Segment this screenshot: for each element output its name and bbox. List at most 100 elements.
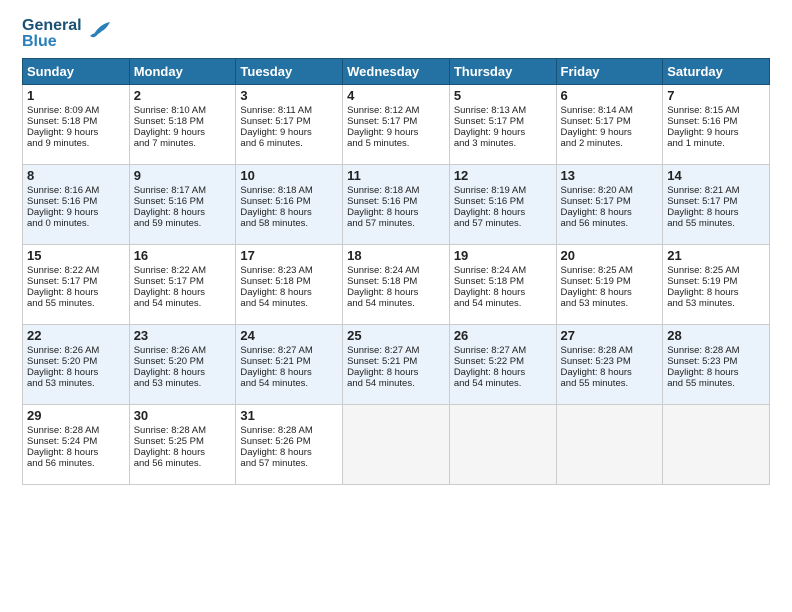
day-info-line: Sunset: 5:21 PM [240,356,338,367]
day-number: 16 [134,248,232,263]
day-number: 5 [454,88,552,103]
day-info-line: Daylight: 8 hours [240,367,338,378]
day-info-line: Daylight: 8 hours [240,207,338,218]
day-info-line: Daylight: 8 hours [561,367,659,378]
day-info-line: Daylight: 9 hours [347,127,445,138]
day-info-line: Sunset: 5:18 PM [454,276,552,287]
calendar-cell: 13 Sunrise: 8:20 AMSunset: 5:17 PMDayligh… [556,165,663,245]
day-info-line: Sunset: 5:16 PM [134,196,232,207]
calendar-cell: 17 Sunrise: 8:23 AMSunset: 5:18 PMDayligh… [236,245,343,325]
day-info-line: Sunset: 5:17 PM [27,276,125,287]
day-info-line: Daylight: 8 hours [347,367,445,378]
calendar-cell: 18Sunrise: 8:24 AMSunset: 5:18 PMDayligh… [343,245,450,325]
day-info-line: Sunset: 5:20 PM [27,356,125,367]
calendar-cell: 4Sunrise: 8:12 AMSunset: 5:17 PMDaylight… [343,85,450,165]
day-number: 13 [561,168,659,183]
day-info-line: Sunrise: 8:24 AM [454,265,552,276]
day-info-line: Daylight: 8 hours [240,287,338,298]
day-info-line: Daylight: 9 hours [27,207,125,218]
day-info-line: Sunrise: 8:09 AM [27,105,125,116]
day-info-line: Sunrise: 8:15 AM [667,105,765,116]
day-number: 28 [667,328,765,343]
calendar-week-1: 1Sunrise: 8:09 AMSunset: 5:18 PMDaylight… [23,85,770,165]
calendar-header: SundayMondayTuesdayWednesdayThursdayFrid… [23,59,770,85]
day-info-line: and 57 minutes. [347,218,445,229]
day-info-line: and 53 minutes. [667,298,765,309]
weekday-header-thursday: Thursday [449,59,556,85]
day-info-line: Sunrise: 8:20 AM [561,185,659,196]
day-number: 12 [454,168,552,183]
day-number: 19 [454,248,552,263]
calendar-table: SundayMondayTuesdayWednesdayThursdayFrid… [22,58,770,485]
day-info-line: and 59 minutes. [134,218,232,229]
day-info-line: Sunrise: 8:18 AM [347,185,445,196]
day-info-line: Sunrise: 8:28 AM [27,425,125,436]
day-info-line: Sunset: 5:25 PM [134,436,232,447]
day-number: 15 [27,248,125,263]
day-info-line: Daylight: 9 hours [561,127,659,138]
logo-text-general: General [22,18,82,34]
day-info-line: Daylight: 8 hours [561,207,659,218]
day-info-line: Sunset: 5:22 PM [454,356,552,367]
day-info-line: Sunrise: 8:28 AM [561,345,659,356]
day-info-line: Sunrise: 8:19 AM [454,185,552,196]
day-info-line: Sunrise: 8:27 AM [454,345,552,356]
calendar-cell: 3Sunrise: 8:11 AMSunset: 5:17 PMDaylight… [236,85,343,165]
day-info-line: Sunset: 5:18 PM [240,276,338,287]
day-info-line: Daylight: 9 hours [667,127,765,138]
day-info-line: Sunrise: 8:10 AM [134,105,232,116]
day-info-line: Sunrise: 8:18 AM [240,185,338,196]
day-number: 26 [454,328,552,343]
day-info-line: Sunrise: 8:13 AM [454,105,552,116]
day-info-line: and 6 minutes. [240,138,338,149]
day-info-line: Daylight: 8 hours [134,287,232,298]
day-info-line: Daylight: 8 hours [454,367,552,378]
day-info-line: Sunset: 5:18 PM [27,116,125,127]
day-info-line: Daylight: 8 hours [134,447,232,458]
day-number: 18 [347,248,445,263]
calendar-cell: 6Sunrise: 8:14 AMSunset: 5:17 PMDaylight… [556,85,663,165]
calendar-cell: 28Sunrise: 8:28 AMSunset: 5:23 PMDayligh… [663,325,770,405]
day-info-line: Daylight: 8 hours [454,207,552,218]
calendar-cell: 31Sunrise: 8:28 AMSunset: 5:26 PMDayligh… [236,405,343,485]
calendar-cell: 26 Sunrise: 8:27 AMSunset: 5:22 PMDayligh… [449,325,556,405]
day-info-line: Sunrise: 8:24 AM [347,265,445,276]
day-number: 17 [240,248,338,263]
day-number: 7 [667,88,765,103]
day-info-line: and 7 minutes. [134,138,232,149]
calendar-cell [343,405,450,485]
day-number: 10 [240,168,338,183]
day-number: 29 [27,408,125,423]
day-info-line: and 0 minutes. [27,218,125,229]
day-info-line: Sunset: 5:24 PM [27,436,125,447]
day-number: 2 [134,88,232,103]
calendar-week-5: 29 Sunrise: 8:28 AMSunset: 5:24 PM Dayligh… [23,405,770,485]
calendar-cell: 12Sunrise: 8:19 AMSunset: 5:16 PMDayligh… [449,165,556,245]
day-info-line: Sunset: 5:17 PM [561,116,659,127]
day-info-line: Sunrise: 8:25 AM [561,265,659,276]
day-info-line: Sunrise: 8:11 AM [240,105,338,116]
day-info-line: Sunrise: 8:26 AM [27,345,125,356]
calendar-cell: 14Sunrise: 8:21 AMSunset: 5:17 PMDayligh… [663,165,770,245]
day-number: 23 [134,328,232,343]
calendar-cell: 27Sunrise: 8:28 AMSunset: 5:23 PMDayligh… [556,325,663,405]
day-info-line: Daylight: 9 hours [454,127,552,138]
day-number: 8 [27,168,125,183]
calendar-cell: 22Sunrise: 8:26 AMSunset: 5:20 PMDayligh… [23,325,130,405]
day-info-line: and 3 minutes. [454,138,552,149]
day-info-line: Sunrise: 8:28 AM [667,345,765,356]
day-info-line: and 54 minutes. [454,298,552,309]
day-info-line: Daylight: 8 hours [27,287,125,298]
calendar-cell: 24Sunrise: 8:27 AMSunset: 5:21 PMDayligh… [236,325,343,405]
day-info-line: Sunset: 5:17 PM [561,196,659,207]
calendar-week-3: 15Sunrise: 8:22 AMSunset: 5:17 PMDayligh… [23,245,770,325]
day-info-line: Sunrise: 8:22 AM [134,265,232,276]
weekday-header-tuesday: Tuesday [236,59,343,85]
day-info-line: Sunrise: 8:23 AM [240,265,338,276]
day-number: 4 [347,88,445,103]
calendar-body: 1Sunrise: 8:09 AMSunset: 5:18 PMDaylight… [23,85,770,485]
calendar-cell: 29Sunrise: 8:28 AMSunset: 5:24 PMDayligh… [23,405,130,485]
day-info-line: Daylight: 8 hours [27,367,125,378]
day-info-line: Daylight: 8 hours [347,287,445,298]
day-info-line: Daylight: 8 hours [134,367,232,378]
